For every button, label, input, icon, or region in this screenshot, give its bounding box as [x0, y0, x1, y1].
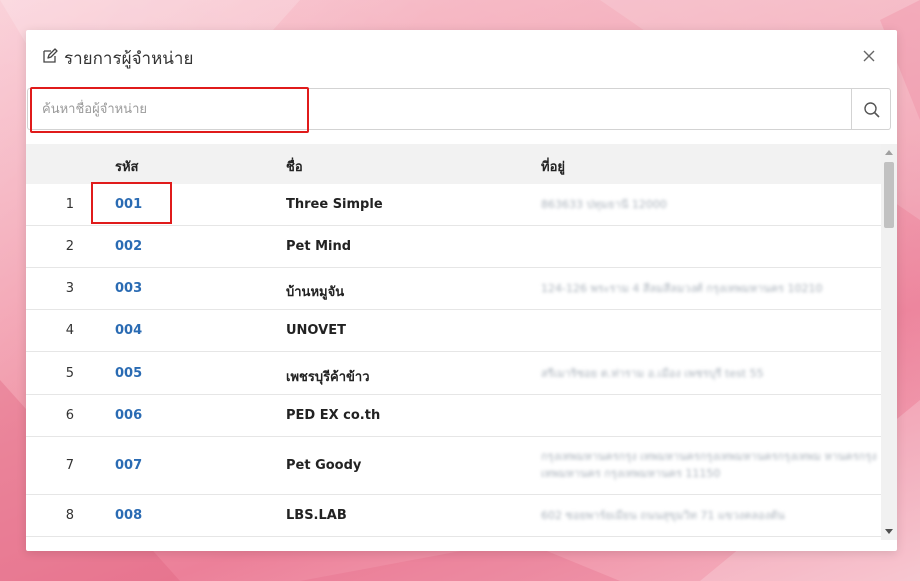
table-row[interactable]: 6 006 PED EX co.th: [26, 395, 881, 437]
supplier-name: Three Simple: [286, 197, 383, 212]
row-number: 7: [65, 458, 74, 473]
search-button[interactable]: [851, 88, 891, 130]
supplier-code-link[interactable]: 005: [115, 366, 142, 381]
row-number: 8: [65, 508, 74, 523]
row-number: 1: [65, 197, 74, 212]
supplier-code-link[interactable]: 006: [115, 408, 142, 423]
row-number: 4: [65, 323, 74, 338]
supplier-address: 863633 ปทุมธานี 12000: [541, 198, 667, 211]
supplier-address: สรีเมาริซอย ต.ท่าราม อ.เมือง เพชรบุรี te…: [541, 367, 764, 380]
row-number: 3: [65, 281, 74, 296]
close-icon[interactable]: [857, 44, 881, 68]
supplier-address: 124-126 พระราม 4 สีลมสีลมวงศ์ กรุงเทพมหา…: [541, 282, 823, 295]
modal-title: รายการผู้จำหน่าย: [64, 49, 194, 69]
row-number: 5: [65, 366, 74, 381]
table-row[interactable]: 4 004 UNOVET: [26, 310, 881, 352]
supplier-code-link[interactable]: 003: [115, 281, 142, 296]
supplier-address: กรุงเทพมหานครกรุง เทพมหานครกรุงเทพมหานคร…: [541, 450, 877, 480]
supplier-address: 602 ซอยพาร์ยเมียน ถนนสุขุมวิท 71 แขวงคลอ…: [541, 509, 785, 522]
table-header: รหัส ชื่อ ที่อยู่: [26, 144, 881, 184]
table-row[interactable]: 7 007 Pet Goody กรุงเทพมหานครกรุง เทพมหา…: [26, 437, 881, 495]
supplier-name: Pet Goody: [286, 458, 362, 473]
row-number: 6: [65, 408, 74, 423]
table-body: 1 001 Three Simple 863633 ปทุมธานี 12000…: [26, 184, 881, 537]
table-row[interactable]: 3 003 บ้านหมูจัน 124-126 พระราม 4 สีลมสี…: [26, 268, 881, 310]
scroll-down-arrow-icon[interactable]: [885, 529, 893, 534]
table-row[interactable]: 2 002 Pet Mind: [26, 226, 881, 268]
search-bar: [26, 87, 897, 133]
supplier-list-modal: รายการผู้จำหน่าย รหัส ชื่อ ที่อยู่ 1 001…: [26, 30, 897, 551]
supplier-code-link[interactable]: 001: [115, 197, 142, 212]
supplier-search-input[interactable]: [27, 88, 851, 130]
supplier-code-link[interactable]: 008: [115, 508, 142, 523]
supplier-code-link[interactable]: 004: [115, 323, 142, 338]
column-header-code: รหัส: [115, 160, 139, 175]
supplier-name: UNOVET: [286, 323, 346, 338]
supplier-name: LBS.LAB: [286, 508, 347, 523]
supplier-table: รหัส ชื่อ ที่อยู่ 1 001 Three Simple 863…: [26, 144, 897, 540]
scrollbar-thumb[interactable]: [884, 162, 894, 228]
table-scrollbar[interactable]: [881, 144, 897, 540]
supplier-name: PED EX co.th: [286, 408, 381, 423]
table-row[interactable]: 5 005 เพชรบุรีค้าข้าว สรีเมาริซอย ต.ท่าร…: [26, 352, 881, 395]
row-number: 2: [65, 239, 74, 254]
table-row[interactable]: 1 001 Three Simple 863633 ปทุมธานี 12000: [26, 184, 881, 226]
search-icon: [864, 102, 880, 118]
supplier-name: บ้านหมูจัน: [286, 285, 345, 300]
column-header-name: ชื่อ: [286, 160, 303, 175]
supplier-code-link[interactable]: 007: [115, 458, 142, 473]
column-header-address: ที่อยู่: [541, 160, 565, 175]
modal-header: รายการผู้จำหน่าย: [26, 30, 897, 86]
scroll-up-arrow-icon[interactable]: [885, 150, 893, 155]
supplier-name: เพชรบุรีค้าข้าว: [286, 370, 370, 385]
supplier-code-link[interactable]: 002: [115, 239, 142, 254]
supplier-name: Pet Mind: [286, 239, 352, 254]
table-row[interactable]: 8 008 LBS.LAB 602 ซอยพาร์ยเมียน ถนนสุขุม…: [26, 495, 881, 537]
edit-icon: [43, 48, 58, 63]
